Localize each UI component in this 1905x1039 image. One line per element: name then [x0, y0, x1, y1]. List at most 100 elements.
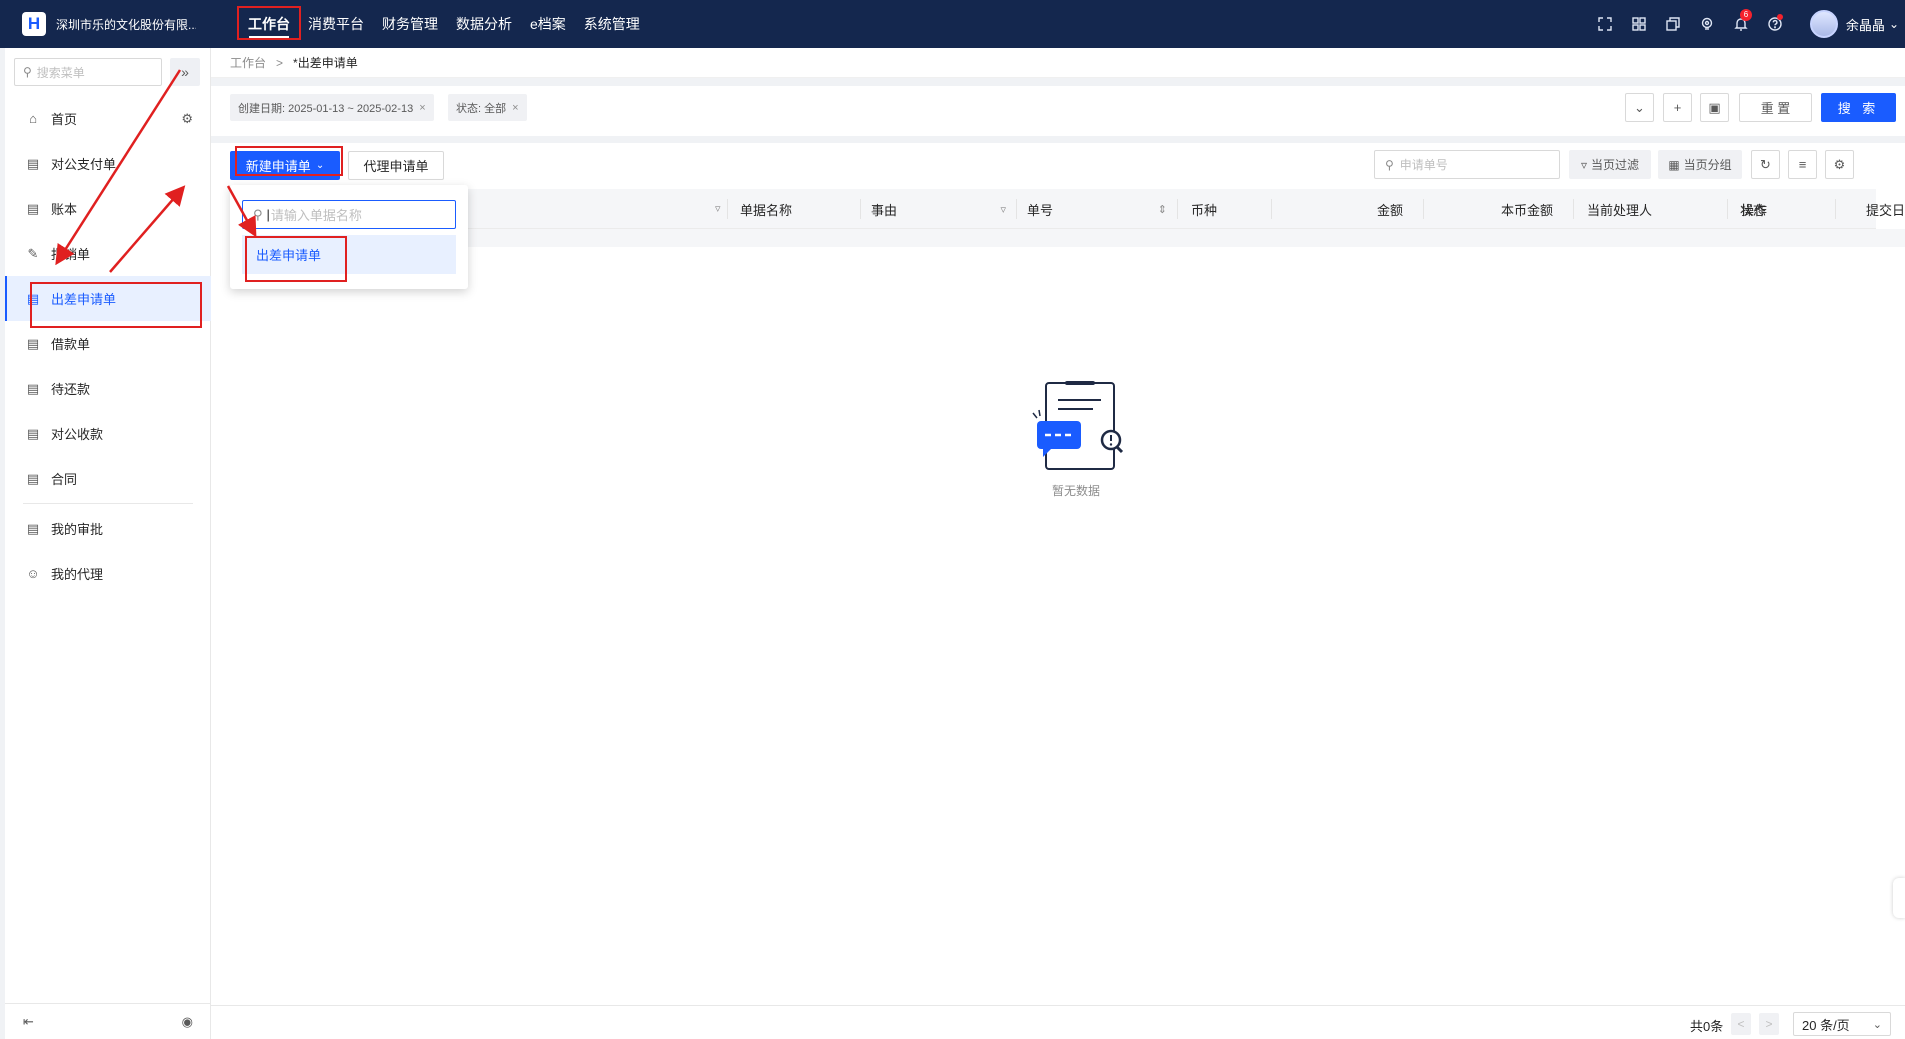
empty-illustration-icon [1032, 381, 1124, 470]
location-icon[interactable] [1690, 0, 1724, 48]
column-header-reason[interactable]: 事由 ▿ [871, 189, 1016, 229]
column-header-number[interactable]: 单号 ⇕ [1027, 189, 1177, 229]
filter-icon[interactable]: ▿ [1000, 203, 1006, 216]
doc-icon: ▤ [26, 290, 40, 306]
new-application-dropdown: ⚲ | 请输入单据名称 出差申请单 [230, 185, 468, 289]
close-icon[interactable]: × [512, 102, 518, 114]
text-cursor: | [266, 207, 270, 222]
column-header-label: 提交日期 [1866, 202, 1905, 218]
column-header-currency[interactable]: 币种 [1191, 189, 1271, 229]
application-number-search-input[interactable]: ⚲ 申请单号 [1374, 150, 1560, 179]
page-size-value: 20 条/页 [1802, 1017, 1850, 1033]
page-group-label: 当页分组 [1683, 158, 1732, 172]
fullscreen-icon[interactable] [1588, 0, 1622, 48]
sidebar-item-label: 账本 [51, 202, 78, 217]
topnav-consumption[interactable]: 消费平台 [299, 0, 373, 48]
company-name[interactable]: 深圳市乐的文化股份有限... [56, 16, 196, 33]
sidebar-item-repayment[interactable]: ▤ 待还款 [5, 366, 211, 411]
user-name: 余晶晶 [1845, 17, 1885, 33]
menu-search-input[interactable]: ⚲ 搜索菜单 [14, 58, 162, 86]
topnav-workbench[interactable]: 工作台 [237, 0, 301, 48]
refresh-button[interactable]: ↻ [1751, 150, 1780, 179]
sidebar-item-corporate-payment[interactable]: ▤ 对公支付单 [5, 141, 211, 186]
topnav-system[interactable]: 系统管理 [575, 0, 649, 48]
topnav-finance[interactable]: 财务管理 [373, 0, 447, 48]
pagination-bar: 共0条 < > 20 条/页 ⌄ [211, 1005, 1905, 1039]
new-application-label: 新建申请单 [245, 159, 311, 174]
columns-icon: ≡ [1798, 157, 1807, 172]
side-widget-handle[interactable] [1893, 878, 1905, 918]
page-group-button[interactable]: ▦ 当页分组 [1658, 150, 1742, 179]
sidebar-item-contract[interactable]: ▤ 合同 [5, 456, 211, 501]
sidebar-item-label: 借款单 [51, 337, 91, 352]
column-filter-icon[interactable]: ▿ [715, 202, 721, 215]
menu-search-placeholder: 搜索菜单 [36, 65, 85, 80]
column-header-handler[interactable]: 当前处理人 [1587, 189, 1727, 229]
breadcrumb-root[interactable]: 工作台 [230, 54, 266, 71]
page-size-select[interactable]: 20 条/页 ⌄ [1793, 1012, 1891, 1036]
receipt-icon: ▤ [26, 425, 40, 441]
sidebar-item-reimbursement[interactable]: ✎ 报销单 [5, 231, 211, 276]
top-nav: 工作台 消费平台 财务管理 数据分析 e档案 系统管理 [237, 0, 649, 48]
sidebar-item-home[interactable]: ⌂ 首页 ⚙ [5, 96, 211, 141]
menu-divider [23, 503, 193, 504]
windows-icon[interactable] [1656, 0, 1690, 48]
user-menu[interactable]: 余晶晶 ⌄ [1809, 10, 1899, 38]
search-icon: ⚲ [253, 206, 263, 222]
expand-filters-button[interactable]: ⌄ [1625, 93, 1654, 122]
gear-icon[interactable]: ⚙ [181, 111, 193, 127]
help-icon[interactable] [1758, 0, 1792, 48]
column-divider [727, 199, 728, 219]
topnav-analytics[interactable]: 数据分析 [447, 0, 521, 48]
column-header-amount[interactable]: 金额 [1271, 189, 1423, 229]
chevron-down-icon: ⌄ [315, 160, 325, 171]
column-settings-button[interactable]: ≡ [1788, 150, 1817, 179]
sidebar-item-ledger[interactable]: ▤ 账本 [5, 186, 211, 231]
next-page-button[interactable]: > [1759, 1013, 1779, 1035]
proxy-application-button[interactable]: 代理申请单 [348, 151, 444, 180]
sidebar-item-my-approvals[interactable]: ▤ 我的审批 [5, 506, 211, 551]
column-header-doc-name[interactable]: 单据名称 [740, 189, 870, 229]
highlight-box [237, 6, 301, 40]
topnav-earchive[interactable]: e档案 [521, 0, 575, 48]
app-logo[interactable]: H [22, 12, 46, 36]
prev-page-button[interactable]: < [1731, 1013, 1751, 1035]
settings-button[interactable]: ⚙ [1825, 150, 1854, 179]
expand-sidebar-button[interactable]: » [170, 58, 200, 86]
sidebar-item-travel-application[interactable]: ▤ 出差申请单 [5, 276, 211, 321]
column-header-local-amount[interactable]: 本币金额 [1423, 189, 1573, 229]
page-filter-button[interactable]: ▿ 当页过滤 [1569, 150, 1651, 179]
sidebar: ⚲ 搜索菜单 » ⌂ 首页 ⚙ ▤ 对公支付单 ▤ 账本 ✎ 报销单 ▤ 出差申… [5, 48, 211, 1039]
column-divider [1016, 199, 1017, 219]
sort-icon[interactable]: ⇕ [1158, 203, 1167, 216]
sidebar-item-label: 合同 [51, 472, 78, 487]
search-button[interactable]: 搜 索 [1821, 93, 1896, 122]
reset-button[interactable]: 重 置 [1739, 93, 1812, 122]
dropdown-item-travel-application[interactable]: 出差申请单 [242, 235, 456, 274]
sidebar-item-label: 待还款 [51, 382, 91, 397]
sidebar-item-label: 对公收款 [51, 427, 104, 442]
grid-icon[interactable] [1622, 0, 1656, 48]
contract-icon: ▤ [26, 470, 40, 486]
top-right-tools: 6 余晶晶 ⌄ [1588, 0, 1905, 48]
column-header-submit-date[interactable]: 提交日期▿ [1866, 189, 1905, 229]
sidebar-item-my-agent[interactable]: ☺ 我的代理 [5, 551, 211, 596]
bell-icon[interactable]: 6 [1724, 0, 1758, 48]
new-application-button[interactable]: 新建申请单 ⌄ [230, 151, 340, 180]
sidebar-item-loan[interactable]: ▤ 借款单 [5, 321, 211, 366]
loan-icon: ▤ [26, 335, 40, 351]
avatar [1809, 10, 1838, 38]
filter-chip-date[interactable]: 创建日期: 2025-01-13 ~ 2025-02-13 × [230, 94, 434, 121]
add-filter-button[interactable]: + [1663, 93, 1692, 122]
camera-icon[interactable]: ◉ [182, 1014, 193, 1030]
collapse-left-icon[interactable]: ⇤ [23, 1014, 34, 1030]
save-icon: ▣ [1708, 99, 1721, 115]
close-icon[interactable]: × [419, 102, 425, 114]
sidebar-menu: ⌂ 首页 ⚙ ▤ 对公支付单 ▤ 账本 ✎ 报销单 ▤ 出差申请单 ▤ 借款单 … [5, 96, 211, 596]
filter-chip-status[interactable]: 状态: 全部 × [448, 94, 527, 121]
sidebar-item-corporate-receipt[interactable]: ▤ 对公收款 [5, 411, 211, 456]
sidebar-item-label: 报销单 [51, 247, 91, 262]
doc-name-search-input[interactable]: ⚲ | 请输入单据名称 [242, 200, 456, 229]
column-header-label: 单号 [1027, 202, 1054, 218]
save-filter-button[interactable]: ▣ [1700, 93, 1729, 122]
